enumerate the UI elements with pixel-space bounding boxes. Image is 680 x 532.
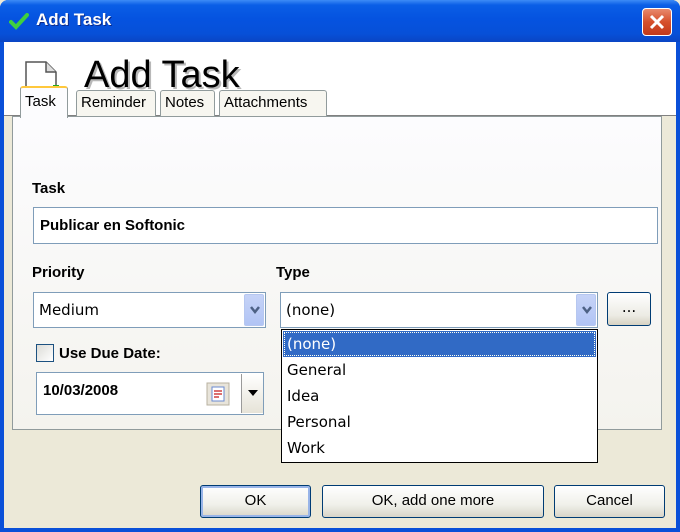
due-date-value: 10/03/2008	[43, 382, 119, 399]
tab-reminder-label: Reminder	[81, 94, 147, 111]
tab-notes-label: Notes	[165, 94, 205, 111]
window-title: Add Task	[36, 10, 112, 29]
type-browse-button[interactable]: ...	[607, 292, 651, 326]
tab-task-label: Task	[25, 93, 56, 110]
due-date-picker[interactable]: 10/03/2008	[36, 372, 264, 415]
type-value: (none)	[286, 301, 336, 319]
type-select[interactable]: (none)	[280, 292, 598, 328]
task-label: Task	[32, 180, 66, 197]
tab-task[interactable]: Task	[20, 86, 68, 118]
caret-down-icon	[248, 390, 258, 396]
tab-notes[interactable]: Notes	[160, 90, 215, 116]
chevron-down-icon	[250, 306, 260, 315]
type-option[interactable]: Idea	[283, 383, 596, 409]
priority-select[interactable]: Medium	[33, 292, 266, 328]
tab-reminder[interactable]: Reminder	[76, 90, 156, 116]
close-button[interactable]	[642, 8, 672, 36]
priority-value: Medium	[39, 301, 99, 319]
tab-attachments[interactable]: Attachments	[219, 90, 327, 116]
ok-button[interactable]: OK	[200, 485, 311, 518]
chevron-down-icon	[582, 306, 592, 315]
ok-add-more-button[interactable]: OK, add one more	[322, 485, 544, 518]
type-option[interactable]: Work	[283, 435, 596, 461]
cancel-button[interactable]: Cancel	[554, 485, 665, 518]
use-due-date-label: Use Due Date:	[59, 345, 161, 362]
due-date-dropdown-button[interactable]	[241, 374, 263, 413]
tab-attachments-label: Attachments	[224, 94, 308, 111]
type-option[interactable]: Personal	[283, 409, 596, 435]
type-dropdown-button[interactable]	[576, 294, 596, 326]
calendar-icon[interactable]	[205, 381, 231, 407]
type-label: Type	[276, 264, 310, 281]
priority-label: Priority	[32, 264, 85, 281]
priority-dropdown-button[interactable]	[244, 294, 264, 326]
use-due-date-checkbox[interactable]	[36, 344, 54, 362]
close-icon	[649, 14, 665, 30]
type-dropdown-list: (none) General Idea Personal Work	[281, 329, 598, 463]
type-option[interactable]: General	[283, 357, 596, 383]
task-input[interactable]: Publicar en Softonic	[33, 207, 658, 244]
title-bar[interactable]: Add Task	[0, 0, 680, 42]
type-option[interactable]: (none)	[283, 331, 596, 357]
task-input-value: Publicar en Softonic	[40, 217, 186, 234]
checkmark-icon	[9, 13, 29, 30]
